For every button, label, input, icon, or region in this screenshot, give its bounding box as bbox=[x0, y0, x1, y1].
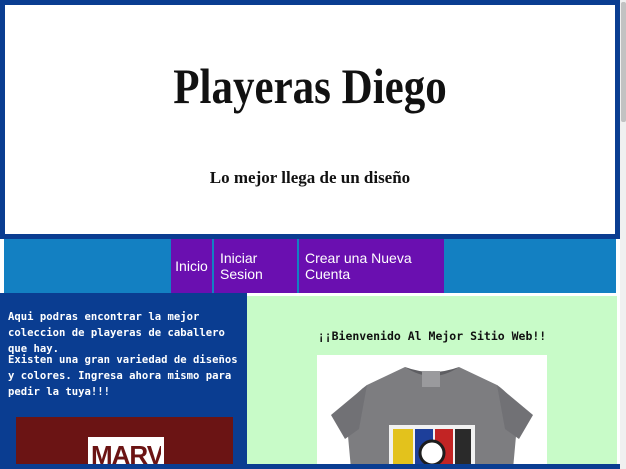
shirt-illustration bbox=[331, 367, 533, 469]
bottom-border bbox=[0, 464, 620, 469]
site-tagline: Lo mejor llega de un diseño bbox=[209, 168, 411, 187]
left-info-panel: Aqui podras encontrar la mejor coleccion… bbox=[0, 293, 247, 469]
nav-link-inicio[interactable]: Inicio bbox=[171, 239, 214, 293]
site-header: Playeras Diego Lo mejor llega de un dise… bbox=[0, 0, 620, 239]
welcome-heading: ¡¡Bienvenido Al Mejor Sitio Web!! bbox=[317, 329, 547, 343]
shirt-tag bbox=[422, 371, 440, 387]
shirt-print-graphic bbox=[389, 425, 475, 469]
nav-link-iniciar-sesion[interactable]: Iniciar Sesion bbox=[214, 239, 299, 293]
page-scrollbar[interactable] bbox=[620, 0, 626, 469]
marvel-banner-image[interactable]: MARVEL bbox=[16, 417, 233, 469]
nav-menu: Inicio Iniciar Sesion Crear una Nueva Cu… bbox=[171, 239, 446, 293]
scrollbar-thumb[interactable] bbox=[621, 2, 626, 122]
nav-link-crear-cuenta[interactable]: Crear una Nueva Cuenta bbox=[299, 239, 446, 293]
site-title: Playeras Diego bbox=[173, 58, 447, 114]
main-navbar: Inicio Iniciar Sesion Crear una Nueva Cu… bbox=[4, 239, 616, 293]
right-welcome-panel: ¡¡Bienvenido Al Mejor Sitio Web!! bbox=[247, 296, 617, 469]
intro-paragraph: Aqui podras encontrar la mejor coleccion… bbox=[8, 311, 225, 355]
variety-paragraph: Existen una gran variedad de diseños y c… bbox=[8, 354, 238, 398]
shirt-product-image[interactable] bbox=[317, 355, 547, 469]
